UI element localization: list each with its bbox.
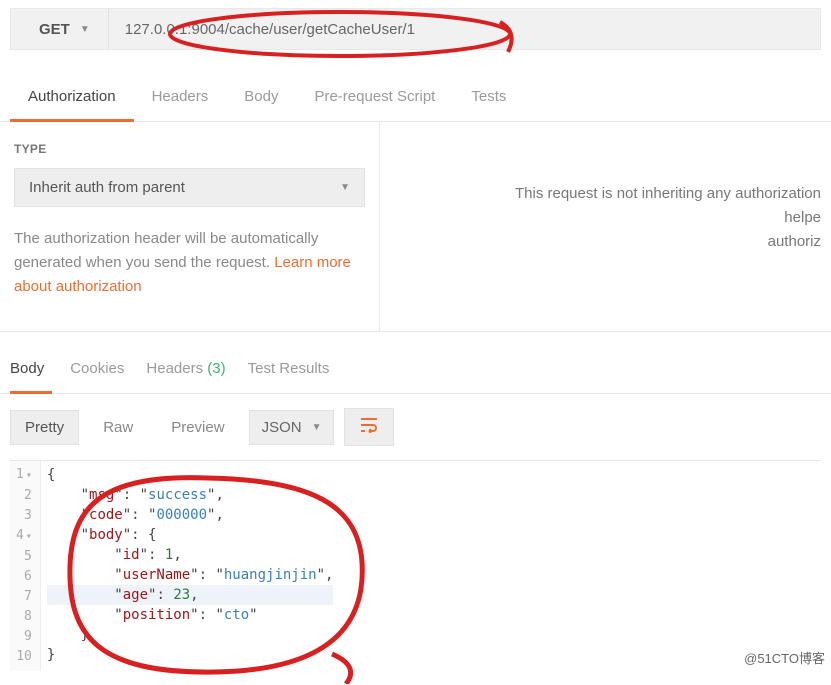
tab-headers[interactable]: Headers bbox=[134, 78, 227, 121]
tab-body[interactable]: Body bbox=[226, 78, 296, 121]
view-preview[interactable]: Preview bbox=[157, 411, 238, 444]
auth-type-select[interactable]: Inherit auth from parent ▼ bbox=[14, 168, 365, 207]
auth-section: TYPE Inherit auth from parent ▼ The auth… bbox=[0, 122, 831, 332]
auth-left-panel: TYPE Inherit auth from parent ▼ The auth… bbox=[0, 122, 380, 331]
caret-down-icon: ▼ bbox=[312, 422, 322, 433]
request-tabs: Authorization Headers Body Pre-request S… bbox=[0, 78, 831, 122]
tab-prerequest[interactable]: Pre-request Script bbox=[296, 78, 453, 121]
caret-down-icon: ▼ bbox=[340, 182, 350, 193]
caret-down-icon: ▼ bbox=[80, 24, 90, 35]
view-bar: Pretty Raw Preview JSON ▼ bbox=[0, 394, 831, 460]
url-input[interactable] bbox=[109, 9, 820, 49]
watermark: @51CTO博客 bbox=[744, 648, 825, 667]
view-raw[interactable]: Raw bbox=[89, 411, 147, 444]
tab-authorization[interactable]: Authorization bbox=[10, 78, 134, 122]
response-tabs: Body Cookies Headers (3) Test Results bbox=[0, 332, 831, 394]
code-content[interactable]: { "msg": "success", "code": "000000", "b… bbox=[41, 461, 340, 671]
method-select[interactable]: GET ▼ bbox=[11, 9, 109, 49]
resp-tab-body[interactable]: Body bbox=[10, 352, 52, 394]
format-select[interactable]: JSON ▼ bbox=[249, 410, 335, 445]
view-pretty[interactable]: Pretty bbox=[10, 410, 79, 445]
method-label: GET bbox=[39, 21, 70, 38]
request-bar: GET ▼ bbox=[10, 8, 821, 50]
auth-description: The authorization header will be automat… bbox=[14, 227, 365, 299]
auth-right-panel: This request is not inheriting any autho… bbox=[380, 122, 831, 331]
resp-tab-cookies[interactable]: Cookies bbox=[70, 352, 146, 391]
tab-tests[interactable]: Tests bbox=[453, 78, 524, 121]
auth-type-value: Inherit auth from parent bbox=[29, 179, 185, 196]
wrap-icon[interactable] bbox=[344, 408, 394, 446]
resp-tab-headers[interactable]: Headers (3) bbox=[146, 352, 247, 391]
response-body: 1▾ 2 3 4▾ 5 6 7 8 9 10 { "msg": "success… bbox=[10, 460, 821, 671]
headers-count: (3) bbox=[207, 360, 225, 377]
line-gutter: 1▾ 2 3 4▾ 5 6 7 8 9 10 bbox=[10, 461, 41, 671]
auth-type-label: TYPE bbox=[14, 142, 365, 156]
resp-tab-testresults[interactable]: Test Results bbox=[248, 352, 352, 391]
